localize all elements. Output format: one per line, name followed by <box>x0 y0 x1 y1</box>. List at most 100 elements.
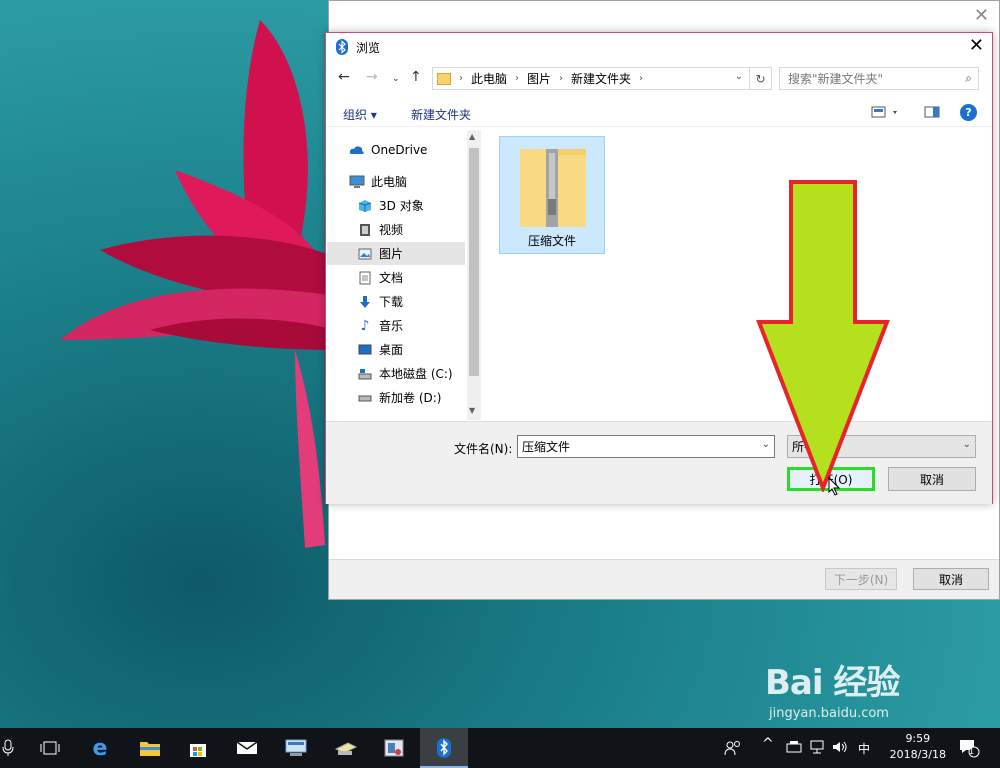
task-view-icon[interactable] <box>38 736 62 760</box>
forward-arrow-icon[interactable]: → <box>366 69 378 85</box>
store-icon[interactable] <box>186 736 210 760</box>
nav-item-downloads[interactable]: 下载 <box>327 290 465 313</box>
recent-locations-chevron-icon[interactable]: ⌄ <box>392 74 400 84</box>
breadcrumb-pictures[interactable]: 图片 <box>527 70 551 87</box>
nav-item-label: 此电脑 <box>371 175 408 189</box>
nav-item-this-pc[interactable]: 此电脑 <box>327 170 465 193</box>
dialog-titlebar: 浏览 ✕ <box>326 33 992 61</box>
up-arrow-icon[interactable]: ↑ <box>410 69 422 85</box>
taskbar: e ^ 中 9:59 2018/3/18 1 <box>0 728 1000 768</box>
nav-item-onedrive[interactable]: OneDrive <box>327 138 465 161</box>
file-item-zip[interactable]: 压缩文件 <box>499 136 605 254</box>
nav-item-label: 视频 <box>379 223 404 237</box>
documents-icon <box>357 271 373 285</box>
cancel-button[interactable]: 取消 <box>888 467 976 491</box>
watermark-url: jingyan.baidu.com <box>769 706 889 721</box>
nav-item-label: 新加卷 (D:) <box>379 391 442 405</box>
nav-item-video[interactable]: 视频 <box>327 218 465 241</box>
chevron-down-icon[interactable]: ⌄ <box>963 439 971 450</box>
nav-item-label: 本地磁盘 (C:) <box>379 367 453 381</box>
people-icon[interactable] <box>724 740 742 759</box>
dialog-footer: 文件名(N): 压缩文件 ⌄ 所有文件 ⌄ 打开(O) 取消 <box>326 421 992 504</box>
taskbar-active-bluetooth[interactable] <box>420 728 468 768</box>
nav-item-documents[interactable]: 文档 <box>327 266 465 289</box>
scrollbar-thumb[interactable] <box>469 148 479 376</box>
zip-folder-icon <box>520 149 586 227</box>
nav-item-3d-objects[interactable]: 3D 对象 <box>327 194 465 217</box>
video-icon <box>357 223 373 237</box>
system-clock[interactable]: 9:59 2018/3/18 <box>890 731 946 763</box>
nav-item-label: 文档 <box>379 271 404 285</box>
cloud-icon <box>349 143 365 157</box>
preview-pane-icon[interactable] <box>924 105 940 122</box>
refresh-icon[interactable]: ↻ <box>749 68 771 89</box>
nav-item-desktop[interactable]: 桌面 <box>327 338 465 361</box>
dialog-title: 浏览 <box>356 40 381 55</box>
file-explorer-icon[interactable] <box>138 736 162 760</box>
breadcrumb-separator-icon: › <box>515 73 520 84</box>
control-panel-icon[interactable] <box>382 736 406 760</box>
help-icon[interactable]: ? <box>960 104 977 121</box>
install-app-icon[interactable] <box>334 736 358 760</box>
clock-date: 2018/3/18 <box>889 748 946 761</box>
microphone-icon[interactable] <box>0 736 20 760</box>
organize-menu[interactable]: 组织 ▾ <box>343 106 377 123</box>
flower-wallpaper <box>60 20 335 548</box>
notification-count: 1 <box>969 747 975 756</box>
breadcrumb-separator-icon: › <box>639 73 644 84</box>
search-input[interactable]: 搜索"新建文件夹" ⌕ <box>779 67 979 90</box>
bluetooth-icon <box>336 39 348 55</box>
address-bar[interactable]: › 此电脑 › 图片 › 新建文件夹 › ⌄ ↻ <box>432 67 772 90</box>
wizard-cancel-button[interactable]: 取消 <box>913 568 989 590</box>
nav-item-pictures[interactable]: 图片 <box>327 242 465 265</box>
network-icon[interactable] <box>808 740 826 757</box>
nav-item-label: 3D 对象 <box>379 199 424 213</box>
nav-pane-scrollbar[interactable]: ▲ ▼ <box>467 130 481 420</box>
download-icon <box>357 295 373 309</box>
mouse-cursor-icon <box>828 477 841 496</box>
show-hidden-icons-chevron-icon[interactable]: ^ <box>762 736 774 752</box>
wizard-footer: 下一步(N) 取消 <box>329 559 999 599</box>
3d-objects-icon <box>357 199 373 213</box>
scroll-down-icon[interactable]: ▼ <box>469 406 475 415</box>
breadcrumb-new-folder[interactable]: 新建文件夹 <box>571 70 631 87</box>
scroll-up-icon[interactable]: ▲ <box>469 132 475 141</box>
folder-icon <box>437 72 451 85</box>
usb-device-icon[interactable] <box>785 740 803 757</box>
filename-input[interactable]: 压缩文件 ⌄ <box>517 435 775 458</box>
chevron-down-icon[interactable]: ⌄ <box>735 71 743 82</box>
file-item-label: 压缩文件 <box>527 234 576 248</box>
nav-item-label: 下载 <box>379 295 404 309</box>
wizard-close-icon[interactable]: ✕ <box>974 5 989 26</box>
mail-icon[interactable] <box>235 736 259 760</box>
bluetooth-icon <box>432 736 456 760</box>
desktop-icon <box>357 343 373 357</box>
baidu-watermark: Bai 经验 jingyan.baidu.com <box>765 655 900 721</box>
navigation-pane: OneDrive 此电脑 3D 对象 视频 图片 文档 下载 ♪ 音乐 桌面 本… <box>327 130 481 420</box>
next-step-button[interactable]: 下一步(N) <box>825 568 897 590</box>
back-arrow-icon[interactable]: ← <box>338 69 350 85</box>
breadcrumb-this-pc[interactable]: 此电脑 <box>471 70 507 87</box>
filename-value: 压缩文件 <box>522 440 571 454</box>
nav-item-label: 桌面 <box>379 343 404 357</box>
file-list-pane: 压缩文件 <box>482 130 992 420</box>
edge-browser-icon[interactable]: e <box>88 736 112 761</box>
dialog-close-icon[interactable]: ✕ <box>969 37 984 55</box>
ime-indicator[interactable]: 中 <box>858 740 870 757</box>
volume-icon[interactable] <box>832 740 848 757</box>
drive-c-icon <box>357 367 373 381</box>
view-options-icon[interactable] <box>871 105 901 122</box>
nav-item-music[interactable]: ♪ 音乐 <box>327 314 465 337</box>
new-folder-button[interactable]: 新建文件夹 <box>411 106 471 123</box>
browse-dialog: 浏览 ✕ ← → ⌄ ↑ › 此电脑 › 图片 › 新建文件夹 › ⌄ ↻ 搜索… <box>325 32 993 504</box>
desktop-background: ✕ 下一步(N) 取消 浏览 ✕ ← → ⌄ ↑ › 此电脑 › 图片 › 新建… <box>0 0 1000 728</box>
drive-d-icon <box>357 391 373 405</box>
breadcrumb-separator-icon: › <box>459 73 463 84</box>
network-app-icon[interactable] <box>284 736 308 760</box>
computer-icon <box>349 175 365 189</box>
search-placeholder: 搜索"新建文件夹" <box>788 72 884 86</box>
nav-item-label: 图片 <box>379 247 404 261</box>
nav-item-drive-c[interactable]: 本地磁盘 (C:) <box>327 362 465 385</box>
search-icon[interactable]: ⌕ <box>965 71 972 86</box>
nav-item-drive-d[interactable]: 新加卷 (D:) <box>327 386 465 409</box>
